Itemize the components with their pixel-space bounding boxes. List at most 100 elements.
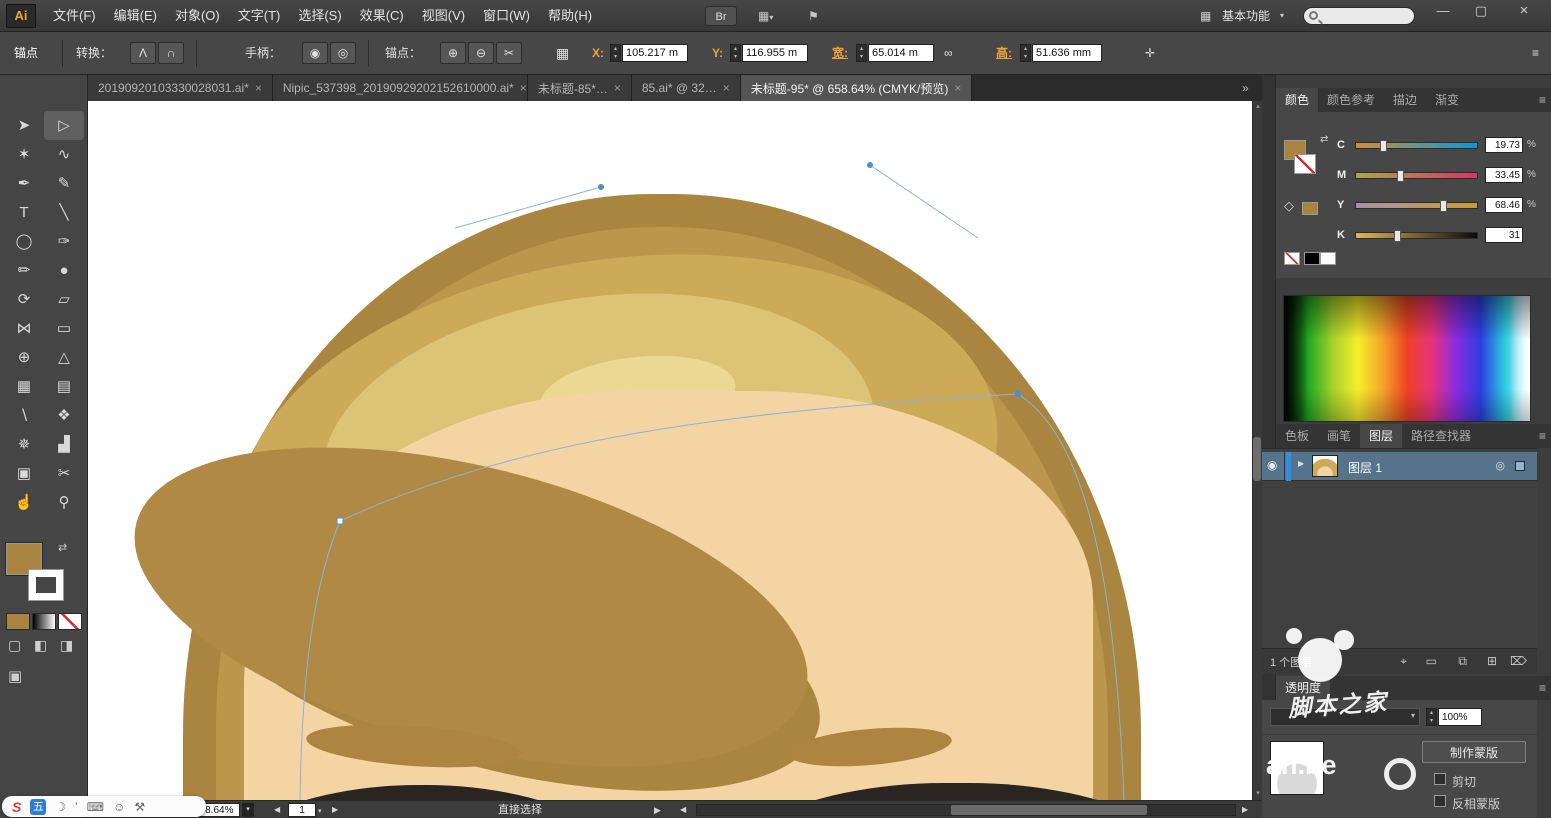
ime-settings-icon[interactable]: ⚒ <box>134 800 145 814</box>
next-artboard-icon[interactable]: ▶ <box>332 803 338 817</box>
show-handles-button[interactable]: ◉ <box>302 42 328 64</box>
height-label[interactable]: 高: <box>996 32 1012 74</box>
share-icon[interactable]: ⚑ <box>808 0 819 32</box>
ellipse-tool[interactable]: ◯ <box>4 227 44 256</box>
document-tab[interactable]: 20190920103330028031.ai* × <box>88 75 273 101</box>
close-button[interactable]: × <box>1505 0 1543 24</box>
mesh-tool[interactable]: ▦ <box>4 372 44 401</box>
artboard-tool[interactable]: ▣ <box>4 459 44 488</box>
panel-tab[interactable]: 渐变 <box>1426 88 1468 112</box>
search-input[interactable] <box>1326 9 1410 23</box>
gradient-tool[interactable]: ▤ <box>44 372 84 401</box>
pen-tool[interactable]: ✒ <box>4 169 44 198</box>
shape-builder-tool[interactable]: ⊕ <box>4 343 44 372</box>
selection-tool[interactable]: ➤ <box>4 111 44 140</box>
add-anchor-button[interactable]: ⊕ <box>440 42 466 64</box>
yellow-value[interactable]: 68.46 <box>1485 197 1523 213</box>
link-dimensions-icon[interactable]: ∞ <box>944 32 953 74</box>
scroll-left-icon[interactable]: ◀ <box>680 803 686 817</box>
magic-wand-tool[interactable]: ✶ <box>4 140 44 169</box>
bezier-path-overlay[interactable] <box>88 101 1252 800</box>
anchor-point[interactable] <box>337 518 343 524</box>
menu-item[interactable]: 窗口(W) <box>474 0 539 32</box>
slider-knob[interactable] <box>1397 170 1404 182</box>
layers-panel-menu-icon[interactable]: ≡ <box>1539 424 1546 448</box>
panel-tab[interactable]: 路径查找器 <box>1402 424 1480 448</box>
draw-normal-icon[interactable]: ▢ <box>8 637 21 654</box>
width-label[interactable]: 宽: <box>832 32 848 74</box>
scale-tool[interactable]: ▱ <box>44 285 84 314</box>
locate-object-icon[interactable]: ⌖ <box>1400 654 1407 669</box>
horizontal-scrollbar[interactable] <box>696 804 1236 816</box>
add-anchor-point-tool[interactable]: ✎ <box>44 169 84 198</box>
document-tab[interactable]: Nipic_537398_20190929202152610000.ai* × <box>273 75 528 101</box>
slider-knob[interactable] <box>1380 140 1387 152</box>
line-segment-tool[interactable]: ╲ <box>44 198 84 227</box>
black-swatch[interactable] <box>1304 252 1320 265</box>
make-mask-button[interactable]: 制作蒙版 <box>1422 741 1526 763</box>
slider-knob[interactable] <box>1394 230 1401 242</box>
delete-layer-icon[interactable]: ⌦ <box>1510 654 1527 668</box>
menu-item[interactable]: 选择(S) <box>289 0 350 32</box>
color-spectrum[interactable] <box>1283 295 1531 422</box>
visibility-eye-icon[interactable]: ◉ <box>1267 458 1277 472</box>
handle-dot[interactable] <box>598 184 604 190</box>
menu-item[interactable]: 对象(O) <box>166 0 229 32</box>
free-transform-tool[interactable]: ▭ <box>44 314 84 343</box>
handle-dot[interactable] <box>867 162 873 168</box>
cut-path-button[interactable]: ✂ <box>496 42 522 64</box>
new-layer-icon[interactable]: ⊞ <box>1487 654 1497 668</box>
blend-tool[interactable]: ❖ <box>44 401 84 430</box>
zoom-caret-icon[interactable]: ▾ <box>242 803 254 817</box>
swap-fill-stroke-icon[interactable]: ⇄ <box>58 541 67 554</box>
document-tab[interactable]: 未标题-95* @ 658.64% (CMYK/预览) × <box>741 75 973 101</box>
ime-keyboard-icon[interactable]: ⌨ <box>87 800 104 814</box>
stroke-color-swatch[interactable] <box>28 569 64 601</box>
pencil-tool[interactable]: ✏ <box>4 256 44 285</box>
panel-tab[interactable]: 画笔 <box>1318 424 1360 448</box>
color-mode-button[interactable] <box>6 613 30 630</box>
ime-night-mode-icon[interactable]: ☽ <box>55 800 66 814</box>
none-mode-button[interactable] <box>58 613 82 630</box>
layer-selection-chip[interactable] <box>1515 461 1525 471</box>
panel-tab[interactable]: 色板 <box>1276 424 1318 448</box>
layer-row[interactable]: ◉ ▶ 图层 1 ◎ <box>1262 452 1537 481</box>
transparency-panel-menu-icon[interactable]: ≡ <box>1539 676 1546 700</box>
restore-button[interactable]: ▢ <box>1462 0 1500 24</box>
eyedropper-tool[interactable]: ∖ <box>4 401 44 430</box>
panel-tab[interactable]: 颜色 <box>1276 88 1318 112</box>
make-clip-mask-icon[interactable]: ▭ <box>1426 654 1437 668</box>
rotate-tool[interactable]: ⟳ <box>4 285 44 314</box>
layer-target-icon[interactable]: ◎ <box>1495 459 1505 472</box>
artboard-caret-icon[interactable]: ▾ <box>318 805 322 818</box>
minimize-button[interactable]: — <box>1424 0 1462 24</box>
ime-logo[interactable]: S <box>12 799 21 815</box>
constrain-proportions-icon[interactable]: ✛ <box>1145 32 1155 74</box>
workspace-caret-icon[interactable]: ▾ <box>1280 0 1284 32</box>
x-stepper[interactable]: ▴▾ <box>610 44 621 62</box>
menu-item[interactable]: 文件(F) <box>44 0 105 32</box>
opacity-field[interactable]: 100% <box>1438 708 1482 726</box>
draw-inside-icon[interactable]: ◨ <box>60 637 73 654</box>
close-icon[interactable]: × <box>614 81 621 95</box>
artboard-number-box[interactable]: 1 <box>288 803 316 817</box>
width-tool[interactable]: ⋈ <box>4 314 44 343</box>
ime-input-mode[interactable]: 五 <box>30 799 46 815</box>
document-tab[interactable]: 85.ai* @ 32… × <box>632 75 741 101</box>
anchor-point[interactable] <box>1015 391 1021 397</box>
opacity-stepper[interactable]: ▴▾ <box>1426 708 1437 726</box>
convert-to-smooth-button[interactable]: ∩ <box>158 42 184 64</box>
screen-mode-button[interactable]: ▣ <box>8 667 22 685</box>
y-field[interactable]: 116.955 m <box>742 44 808 62</box>
close-icon[interactable]: × <box>954 81 961 95</box>
type-tool[interactable]: T <box>4 198 44 227</box>
menu-item[interactable]: 视图(V) <box>413 0 474 32</box>
blend-mode-select[interactable]: ▾ <box>1270 708 1420 726</box>
direct-selection-tool[interactable]: ▷ <box>44 111 84 140</box>
cyan-slider[interactable] <box>1355 142 1478 149</box>
menu-item[interactable]: 文字(T) <box>229 0 290 32</box>
prev-artboard-icon[interactable]: ◀ <box>274 803 280 817</box>
cyan-value[interactable]: 19.73 <box>1485 137 1523 153</box>
control-panel-menu-icon[interactable]: ≡ <box>1532 32 1539 74</box>
column-graph-tool[interactable]: ▟ <box>44 430 84 459</box>
